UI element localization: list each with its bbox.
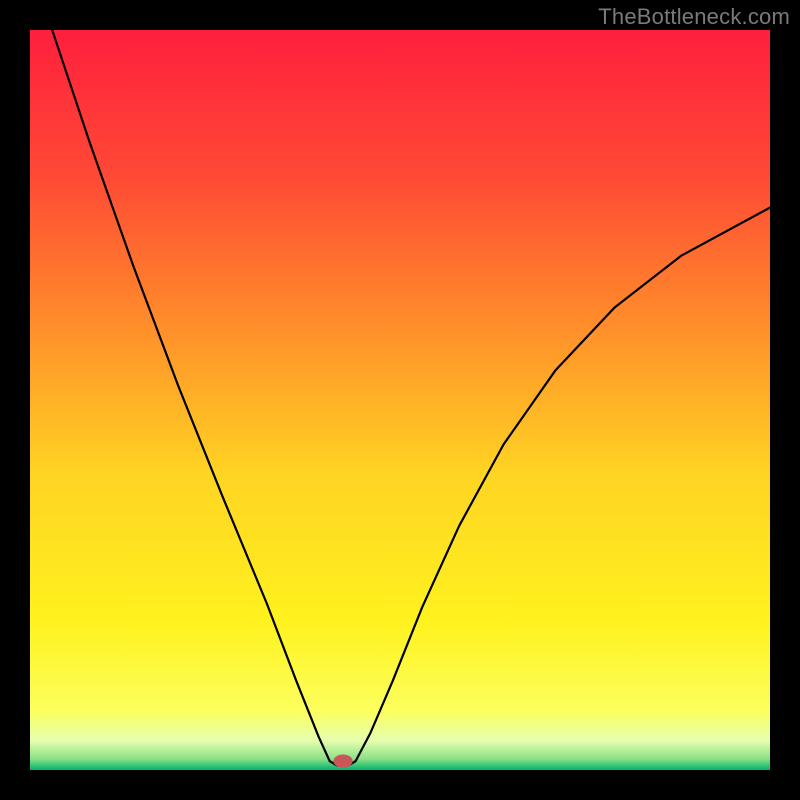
chart-frame: TheBottleneck.com [0,0,800,800]
watermark-text: TheBottleneck.com [598,4,790,30]
plot-area [30,30,770,770]
gradient-background [30,30,770,770]
minimum-marker [333,754,352,767]
chart-svg [30,30,770,770]
